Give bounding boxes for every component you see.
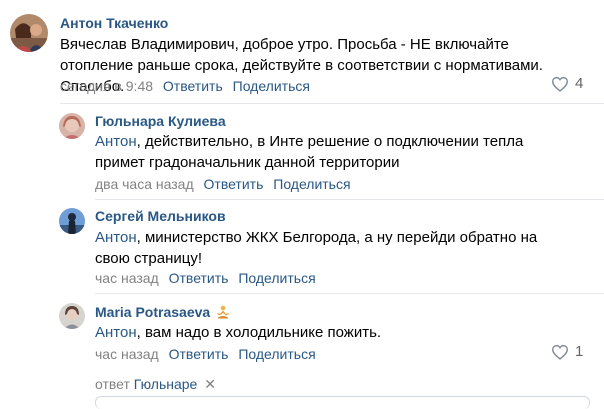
divider [60,103,604,104]
reply-button[interactable]: Ответить [204,176,264,192]
share-button[interactable]: Поделиться [273,176,350,192]
comment-meta: два часа назад Ответить Поделиться [95,176,351,192]
mention-link[interactable]: Антон [95,229,137,246]
avatar[interactable] [59,208,85,234]
divider [95,293,604,294]
meditation-emoji-icon [217,305,230,319]
comment-author-link[interactable]: Антон Ткаченко [60,15,168,31]
reply-button[interactable]: Ответить [169,346,229,362]
like-button[interactable]: 4 [551,75,583,92]
comment-timestamp[interactable]: час назад [95,346,159,362]
comment-author-link[interactable]: Гюльнара Кулиева [95,113,226,129]
comment-author-link[interactable]: Сергей Мельников [95,208,226,224]
heart-icon [551,344,569,360]
mention-link[interactable]: Антон [95,324,137,341]
avatar[interactable] [10,14,48,52]
share-button[interactable]: Поделиться [238,346,315,362]
reply-to-prefix: ответ [95,376,130,392]
comment-timestamp[interactable]: час назад [95,270,159,286]
heart-icon [551,76,569,92]
comment-text: Антон, вам надо в холодильнике пожить. [95,324,382,341]
mention-link[interactable]: Антон [95,133,137,150]
reply-button[interactable]: Ответить [169,270,229,286]
comment-text: Антон, действительно, в Инте решение о п… [95,133,524,171]
comment-meta: сегодня в 9:48 Ответить Поделиться [60,78,310,94]
comment-timestamp[interactable]: сегодня в 9:48 [60,78,153,94]
comment-meta: час назад Ответить Поделиться [95,346,316,362]
comment-text: Антон, министерство ЖКХ Белгорода, а ну … [95,229,538,267]
share-button[interactable]: Поделиться [233,78,310,94]
reply-to-indicator: ответ Гюльнаре ✕ [95,376,216,393]
clear-reply-icon[interactable]: ✕ [204,376,216,392]
comment-timestamp[interactable]: два часа назад [95,176,194,192]
comment-meta: час назад Ответить Поделиться [95,270,316,286]
share-button[interactable]: Поделиться [238,270,315,286]
divider [95,199,604,200]
avatar[interactable] [59,303,85,329]
like-count: 1 [575,343,584,360]
comment-author-link[interactable]: Maria Potrasaeva [95,304,230,320]
like-count: 4 [575,75,584,92]
like-button[interactable]: 1 [551,343,583,360]
reply-to-name[interactable]: Гюльнаре [134,376,198,392]
reply-input[interactable] [95,396,590,409]
avatar[interactable] [59,113,85,139]
reply-button[interactable]: Ответить [163,78,223,94]
